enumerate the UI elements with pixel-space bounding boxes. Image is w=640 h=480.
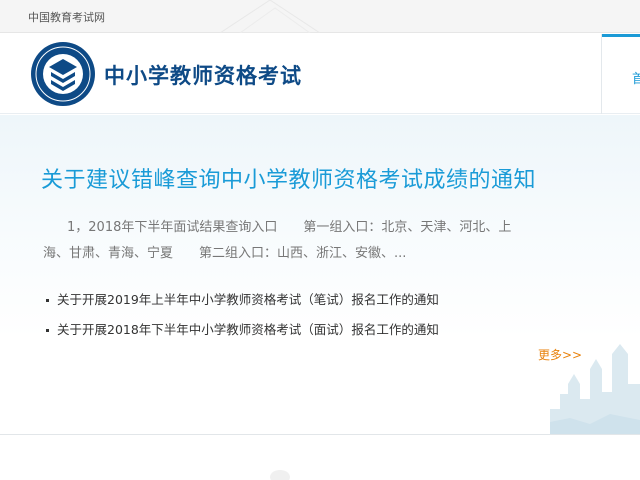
skyline-decoration bbox=[550, 344, 640, 434]
header-decoration bbox=[219, 0, 321, 33]
summary-text-1: 1，2018年下半年面试结果查询入口 第一组入口：北京、天津、河北、上 bbox=[67, 220, 512, 235]
news-link[interactable]: 关于开展2018年下半年中小学教师资格考试（面试）报名工作的通知 bbox=[57, 322, 439, 337]
main-panel: 关于建议错峰查询中小学教师资格考试成绩的通知 1，2018年下半年面试结果查询入… bbox=[0, 115, 640, 435]
footer-decoration bbox=[270, 470, 290, 480]
bullet-icon bbox=[46, 329, 49, 332]
summary-line-2: 海、甘肃、青海、宁夏 第二组入口：山西、浙江、安徽、... bbox=[43, 246, 407, 261]
news-list: 关于开展2019年上半年中小学教师资格考试（笔试）报名工作的通知 关于开展201… bbox=[46, 287, 439, 347]
headline-summary: 1，2018年下半年面试结果查询入口 第一组入口：北京、天津、河北、上 海、甘肃… bbox=[43, 215, 573, 267]
headline-link[interactable]: 关于建议错峰查询中小学教师资格考试成绩的通知 bbox=[41, 162, 536, 194]
nav-divider bbox=[601, 34, 602, 114]
logo-icon[interactable] bbox=[30, 41, 96, 107]
summary-line-1: 1，2018年下半年面试结果查询入口 第一组入口：北京、天津、河北、上 bbox=[43, 215, 573, 241]
top-bar: 中国教育考试网 bbox=[0, 0, 640, 33]
list-item[interactable]: 关于开展2019年上半年中小学教师资格考试（笔试）报名工作的通知 bbox=[46, 287, 439, 317]
site-title: 中小学教师资格考试 bbox=[104, 64, 302, 88]
site-header: 中小学教师资格考试 首 bbox=[0, 34, 640, 114]
more-link[interactable]: 更多>> bbox=[538, 346, 582, 363]
site-home-link[interactable]: 中国教育考试网 bbox=[28, 9, 105, 25]
nav-active-indicator bbox=[602, 34, 640, 37]
news-link[interactable]: 关于开展2019年上半年中小学教师资格考试（笔试）报名工作的通知 bbox=[57, 292, 439, 307]
bullet-icon bbox=[46, 299, 49, 302]
nav-item-home[interactable]: 首 bbox=[632, 68, 640, 87]
list-item[interactable]: 关于开展2018年下半年中小学教师资格考试（面试）报名工作的通知 bbox=[46, 317, 439, 347]
